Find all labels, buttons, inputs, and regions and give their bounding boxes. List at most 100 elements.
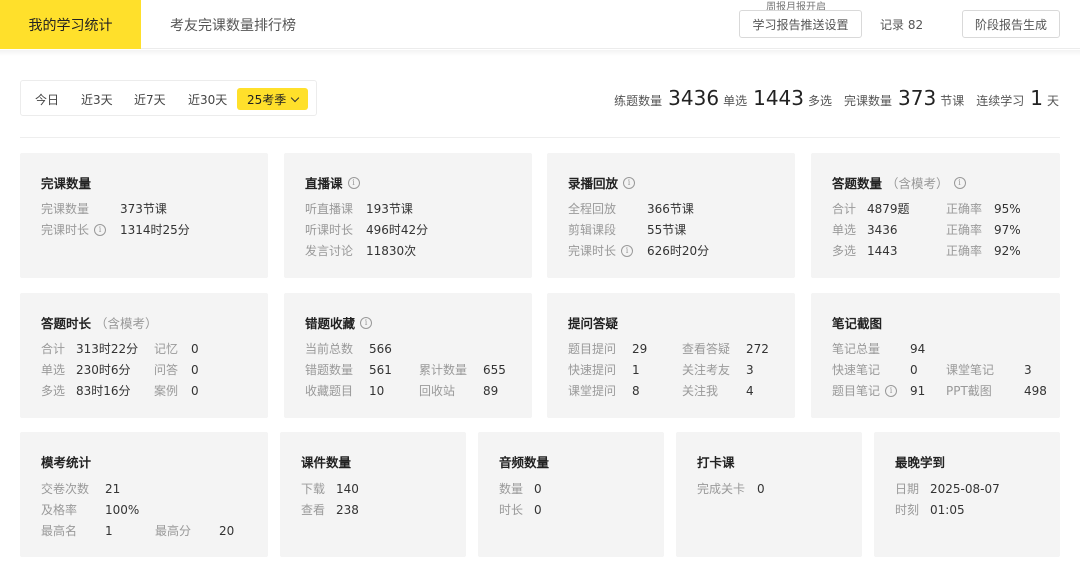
summary-single-value: 1443: [753, 86, 804, 110]
stat-label: 快速提问: [568, 363, 617, 377]
stat-value: 1: [632, 362, 640, 377]
info-icon[interactable]: i: [623, 176, 636, 189]
summary-practice-value: 3436: [668, 86, 720, 110]
stat-value: 655: [483, 362, 506, 377]
stat-label: 时长: [499, 503, 524, 517]
stat-value: 4: [746, 383, 754, 398]
stat-value: 366节课: [647, 202, 694, 216]
stat-row: 下载 140: [301, 480, 359, 497]
stat-label: 合计: [832, 202, 857, 216]
stat-value: 496时42分: [366, 223, 429, 237]
stat-row: 完课数量 373节课: [41, 200, 167, 217]
filter-3days[interactable]: 近3天: [81, 88, 113, 110]
stat-label: 快速笔记: [832, 363, 881, 377]
stat-row: 课堂笔记 3: [946, 361, 1032, 378]
filter-7days[interactable]: 近7天: [134, 88, 166, 110]
stat-row: 单选 230时6分: [41, 361, 131, 378]
summary-streak-label: 连续学习: [976, 94, 1025, 108]
stat-row: 关注我 4: [682, 382, 754, 399]
stat-row: 最高分 20: [155, 522, 234, 539]
card-audio: 音频数量 数量 0 时长 0: [478, 432, 664, 557]
card-title: 提问答疑: [568, 313, 618, 332]
stat-label-text: 完课时长: [41, 223, 90, 237]
stat-row: 查看 238: [301, 501, 359, 518]
stat-value: 1: [105, 523, 113, 538]
stat-label: 听直播课: [305, 202, 354, 216]
card-title-text: 错题收藏: [305, 316, 356, 331]
tab-completion-ranking[interactable]: 考友完课数量排行榜: [170, 0, 296, 49]
stat-label: 课堂提问: [568, 384, 617, 398]
summary-streak-value: 1: [1030, 86, 1043, 110]
record-count[interactable]: 记录 82: [880, 10, 923, 38]
card-live: 直播课 i 听直播课 193节课 听课时长 496时42分 发言讨论 11830次: [284, 153, 532, 278]
stat-label: 笔记总量: [832, 342, 881, 356]
stat-value: 230时6分: [76, 363, 131, 377]
stat-label: 题目笔记 i: [832, 382, 898, 399]
card-latest-study: 最晚学到 日期 2025-08-07 时刻 01:05: [874, 432, 1060, 557]
stat-row: 多选 83时16分: [41, 382, 131, 399]
card-title: 答题时长 （含模考）: [41, 313, 158, 332]
stat-row: 问答 0: [154, 361, 199, 378]
stat-label: 发言讨论: [305, 244, 354, 258]
stat-value: 20: [219, 523, 235, 538]
tab-my-study-stats[interactable]: 我的学习统计: [0, 0, 141, 49]
filter-season-dropdown[interactable]: 25考季: [237, 88, 309, 110]
card-title: 课件数量: [301, 452, 351, 471]
report-push-settings-button[interactable]: 学习报告推送设置: [739, 10, 862, 38]
summary-complete-label: 完课数量: [844, 94, 893, 108]
stat-row: 合计 4879题: [832, 200, 910, 217]
stat-label: 时刻: [895, 503, 920, 517]
card-title: 最晚学到: [895, 452, 945, 471]
summary-single-label: 单选: [723, 94, 748, 108]
card-title: 录播回放 i: [568, 173, 636, 192]
stat-label: 查看: [301, 503, 326, 517]
stat-value: 626时20分: [647, 244, 710, 258]
card-title-text: 最晚学到: [895, 455, 946, 470]
stat-label: 正确率: [946, 244, 983, 258]
stat-row: 记忆 0: [154, 340, 199, 357]
time-range-filter: 今日 近3天 近7天 近30天 25考季: [20, 80, 317, 116]
card-complete: 完课数量 完课数量 373节课 完课时长 i 1314时25分: [20, 153, 268, 278]
card-answers: 答题数量 （含模考） i 合计 4879题 正确率 95% 单选 3436 正确率 …: [811, 153, 1060, 278]
card-checkin: 打卡课 完成关卡 0: [676, 432, 862, 557]
stat-row: 笔记总量 94: [832, 340, 925, 357]
stat-label: 单选: [41, 363, 66, 377]
stat-row: 时长 0: [499, 501, 542, 518]
stat-row: 查看答疑 272: [682, 340, 769, 357]
stat-value: 95%: [994, 201, 1021, 216]
divider: [20, 137, 1060, 138]
info-icon[interactable]: i: [621, 244, 634, 257]
stat-value: 561: [369, 362, 392, 377]
stat-value: 91: [910, 383, 926, 398]
stat-label: 完课时长 i: [568, 242, 634, 259]
card-title-text: 录播回放: [568, 176, 619, 191]
info-icon[interactable]: i: [953, 176, 966, 189]
filter-30days[interactable]: 近30天: [188, 88, 227, 110]
filter-today[interactable]: 今日: [35, 88, 59, 110]
stat-row: 题目笔记 i 91: [832, 382, 925, 399]
header-shadow: [0, 50, 1080, 56]
stat-label: 交卷次数: [41, 482, 90, 496]
stage-report-button[interactable]: 阶段报告生成: [962, 10, 1060, 38]
stat-label: 下载: [301, 482, 326, 496]
summary-multi-label: 多选: [808, 94, 833, 108]
stat-row: 多选 1443: [832, 242, 898, 259]
stat-value: 83时16分: [76, 384, 131, 398]
info-icon[interactable]: i: [360, 316, 373, 329]
stat-label: 正确率: [946, 202, 983, 216]
card-title-text: 模考统计: [41, 455, 92, 470]
stat-label: 最高名: [41, 524, 78, 538]
info-icon[interactable]: i: [885, 384, 898, 397]
info-icon[interactable]: i: [94, 223, 107, 236]
card-questions: 提问答疑 题目提问 29 查看答疑 272 快速提问 1 关注考友 3 课堂提问…: [547, 293, 795, 418]
stat-row: 完课时长 i 626时20分: [568, 242, 709, 259]
stat-label-text: 题目笔记: [832, 384, 881, 398]
card-title-text: 笔记截图: [832, 316, 883, 331]
summary-bar: 练题数量 3436 单选 1443 多选 完课数量 373 节课 连续学习 1 …: [614, 86, 1059, 110]
top-header: 我的学习统计 考友完课数量排行榜 周报月报开启 学习报告推送设置 记录 82 阶…: [0, 0, 1080, 49]
stat-value: 92%: [994, 243, 1021, 258]
stat-value: 10: [369, 383, 385, 398]
stat-label: 日期: [895, 482, 920, 496]
info-icon[interactable]: i: [347, 176, 360, 189]
stat-row: 错题数量 561: [305, 361, 392, 378]
